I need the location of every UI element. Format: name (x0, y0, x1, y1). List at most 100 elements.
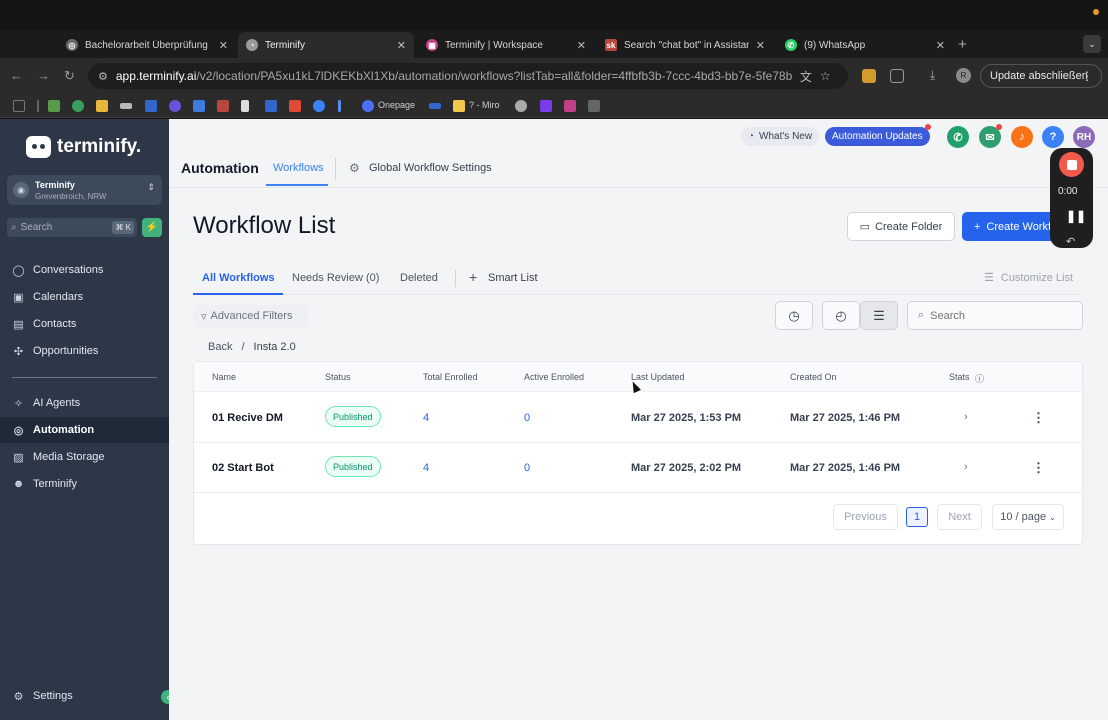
bookmark-icon[interactable] (429, 103, 441, 109)
apps-grid-icon[interactable] (13, 100, 25, 112)
automation-updates-badge[interactable]: Automation Updates (825, 127, 930, 146)
customize-list-button[interactable]: ☰ Customize List (984, 271, 1073, 285)
onepage-icon[interactable] (362, 100, 374, 112)
history-icon[interactable]: ◷ (775, 301, 813, 330)
sidebar-item-terminify[interactable]: ☻ Terminify (0, 471, 169, 497)
new-tab-plus-icon[interactable]: + (958, 36, 967, 53)
more-options-icon[interactable]: ⋮ (1032, 460, 1045, 476)
clock-icon[interactable]: ◴ (822, 301, 860, 330)
x-icon[interactable] (289, 100, 301, 112)
undo-icon[interactable]: ↶ (1066, 235, 1075, 248)
column-header-stats[interactable]: Stats (949, 372, 970, 382)
sidebar-item-contacts[interactable]: ▤ Contacts (0, 311, 169, 337)
tab-needs-review[interactable]: Needs Review (0) (292, 272, 379, 284)
sidebar-item-media-storage[interactable]: ▨ Media Storage (0, 444, 169, 470)
sidebar-item-ai-agents[interactable]: ✧ AI Agents (0, 390, 169, 416)
bookmark-icon[interactable] (193, 100, 205, 112)
word-icon[interactable] (265, 100, 277, 112)
slash-icon[interactable] (338, 100, 341, 112)
phone-icon[interactable]: ✆ (947, 126, 969, 148)
chrome-icon[interactable] (313, 100, 325, 112)
column-header-last-updated[interactable]: Last Updated (631, 372, 685, 382)
column-header-status[interactable]: Status (325, 372, 351, 382)
ads-icon[interactable] (96, 100, 108, 112)
browser-tab[interactable]: ◎ Bachelorarbeit Überprüfung ✕ (58, 32, 236, 58)
advanced-filters-button[interactable]: ▿ Advanced Filters (193, 305, 308, 327)
bookmark-icon[interactable] (540, 100, 552, 112)
bookmark-icon[interactable] (515, 100, 527, 112)
location-switcher[interactable]: ◉ Terminify Grevenbroich, NRW ⇕ (7, 175, 162, 205)
table-row[interactable]: 01 Recive DM Published 4 0 Mar 27 2025, … (194, 393, 1082, 443)
more-options-icon[interactable]: ⋮ (1032, 410, 1045, 426)
profile-avatar[interactable]: R (956, 68, 971, 83)
next-page-button[interactable]: Next (937, 504, 982, 530)
translate-icon[interactable]: 文 (800, 68, 812, 85)
sidebar-search[interactable]: ⌕ Search ⌘ K (7, 218, 137, 237)
total-enrolled-value[interactable]: 4 (423, 462, 429, 474)
tab-workflows[interactable]: Workflows (273, 162, 324, 174)
active-enrolled-value[interactable]: 0 (524, 412, 530, 424)
brand-logo[interactable]: terminify. (26, 136, 141, 158)
help-icon[interactable]: ? (1042, 126, 1064, 148)
user-avatar[interactable]: RH (1073, 126, 1095, 148)
browser-tab[interactable]: ✆ (9) WhatsApp ✕ (777, 32, 953, 58)
close-tab-icon[interactable]: ✕ (397, 39, 406, 52)
drive-icon[interactable] (72, 100, 84, 112)
bookmark-icon[interactable] (588, 100, 600, 112)
back-arrow-icon[interactable]: ← (10, 68, 23, 83)
update-browser-button[interactable]: Update abschließen ⋮ (980, 64, 1102, 88)
url-text[interactable]: app.terminify.ai/v2/location/PA5xu1kL7lD… (116, 69, 792, 83)
create-workflow-button[interactable]: + Create Workflow (962, 212, 1062, 241)
bookmark-miro[interactable]: ? - Miro (469, 100, 500, 110)
workflow-name[interactable]: 02 Start Bot (212, 462, 274, 474)
forward-arrow-icon[interactable]: → (37, 68, 50, 83)
address-bar[interactable]: ⚙ app.terminify.ai/v2/location/PA5xu1kL7… (88, 63, 848, 89)
word-icon[interactable] (145, 100, 157, 112)
tab-deleted[interactable]: Deleted (400, 272, 438, 284)
quick-action-bolt-icon[interactable]: ⚡ (142, 218, 162, 237)
browser-tab-active[interactable]: ◔ Terminify ✕ (238, 32, 414, 58)
browser-tab[interactable]: sk Search "chat bot" in Assistant ✕ (597, 32, 773, 58)
sidebar-item-conversations[interactable]: ◯ Conversations (0, 257, 169, 283)
workflow-name[interactable]: 01 Recive DM (212, 412, 283, 424)
column-header-total-enrolled[interactable]: Total Enrolled (423, 372, 478, 382)
previous-page-button[interactable]: Previous (833, 504, 898, 530)
page-number-button[interactable]: 1 (906, 507, 928, 527)
gear-icon[interactable]: ⚙ (349, 161, 360, 175)
table-row[interactable]: 02 Start Bot Published 4 0 Mar 27 2025, … (194, 443, 1082, 493)
tab-search-chevron-icon[interactable]: ⌄ (1083, 35, 1101, 53)
close-tab-icon[interactable]: ✕ (577, 39, 586, 52)
bell-icon[interactable]: ♪ (1011, 126, 1033, 148)
sidebar-item-settings[interactable]: ⚙ Settings (0, 683, 169, 709)
pause-icon[interactable]: ❚❚ (1066, 209, 1086, 223)
sidebar-item-calendars[interactable]: ▣ Calendars (0, 284, 169, 310)
extensions-puzzle-icon[interactable] (890, 69, 904, 83)
column-header-active-enrolled[interactable]: Active Enrolled (524, 372, 584, 382)
close-tab-icon[interactable]: ✕ (756, 39, 765, 52)
close-tab-icon[interactable]: ✕ (219, 39, 228, 52)
chevron-right-icon[interactable]: › (964, 461, 968, 473)
search-input[interactable] (930, 309, 1071, 322)
bookmark-onepage[interactable]: Onepage (378, 100, 415, 110)
site-settings-icon[interactable]: ⚙ (98, 70, 108, 83)
trello-icon[interactable] (241, 100, 249, 112)
info-icon[interactable]: ⓘ (975, 372, 984, 385)
sidebar-item-opportunities[interactable]: ✣ Opportunities (0, 338, 169, 364)
download-icon[interactable]: ⤓ (930, 68, 944, 82)
tab-global-workflow-settings[interactable]: Global Workflow Settings (369, 162, 492, 174)
extension-icon[interactable] (862, 69, 876, 83)
list-view-icon[interactable]: ☰ (860, 301, 898, 330)
tab-all-workflows[interactable]: All Workflows (202, 272, 275, 284)
plus-icon[interactable]: + (469, 269, 477, 285)
workflow-search[interactable]: ⌕ (907, 301, 1083, 330)
column-header-name[interactable]: Name (212, 372, 236, 382)
breadcrumb-back-link[interactable]: Back (208, 341, 232, 353)
miro-icon[interactable] (453, 100, 465, 112)
infinity-icon[interactable] (120, 103, 132, 109)
chevron-right-icon[interactable]: › (964, 411, 968, 423)
stop-recording-button[interactable] (1059, 152, 1084, 177)
close-tab-icon[interactable]: ✕ (936, 39, 945, 52)
sk-icon[interactable] (217, 100, 229, 112)
create-folder-button[interactable]: ▭ Create Folder (847, 212, 955, 241)
active-enrolled-value[interactable]: 0 (524, 462, 530, 474)
